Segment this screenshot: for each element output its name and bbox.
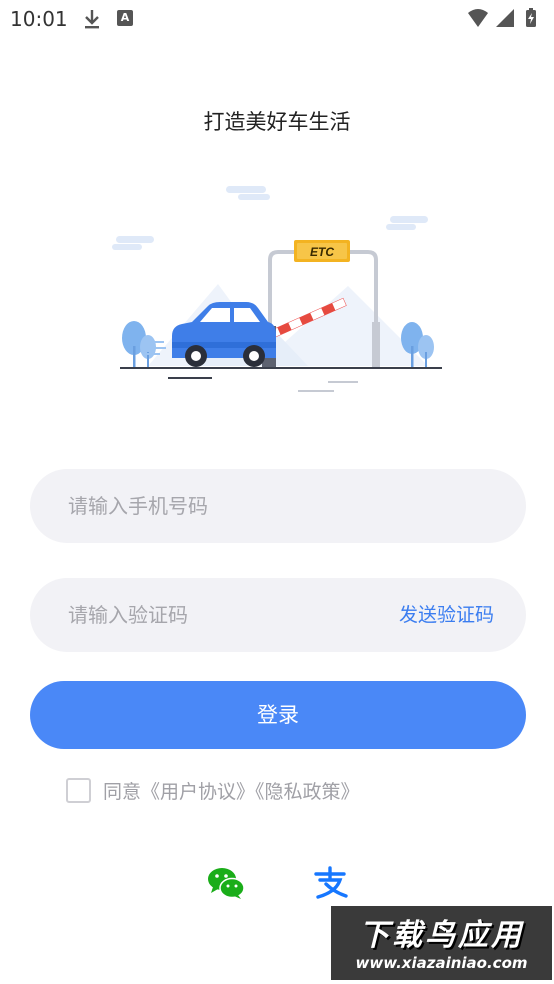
alipay-icon[interactable] [312,866,348,900]
road-mark [168,377,212,379]
phone-input[interactable] [68,469,368,543]
agreement-row: 同意《用户协议》《隐私政策》 [66,776,360,804]
download-icon [85,10,99,29]
wechat-icon[interactable] [207,866,245,900]
signal-icon [496,9,514,27]
a-notification-icon: A [117,10,133,26]
agreement-checkbox[interactable] [66,777,91,803]
road-mark [298,390,334,392]
road-mark [328,381,358,383]
watermark-url: www.xiazainiao.com [355,954,528,972]
battery-icon [526,8,536,27]
status-indicators [468,8,536,27]
page-tagline: 打造美好车生活 [203,110,351,134]
watermark-badge: 下载鸟应用 www.xiazainiao.com [331,906,552,980]
watermark-title: 下载鸟应用 [359,918,524,953]
agreement-text[interactable]: 同意《用户协议》《隐私政策》 [103,777,360,804]
etc-toll-illustration: ETC [112,186,442,392]
status-time: 10:01 [10,7,68,31]
etc-sign-text: ETC [310,245,334,259]
login-button[interactable]: 登录 [30,681,526,749]
cloud-shape [112,186,428,250]
code-input[interactable] [68,578,368,652]
code-field[interactable]: 发送验证码 [30,578,526,652]
status-bar: 10:01 A [0,0,554,38]
wifi-icon [468,9,488,27]
send-code-button[interactable]: 发送验证码 [399,578,494,652]
phone-field[interactable] [30,469,526,543]
ground-line [120,367,442,369]
